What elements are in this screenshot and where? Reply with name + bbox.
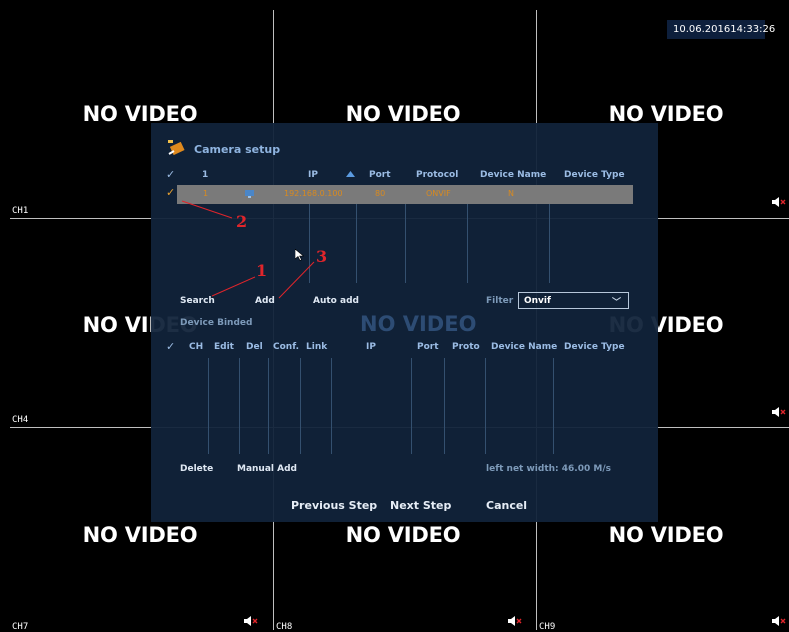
annotation-2: 2 <box>236 212 248 231</box>
annotation-line-2 <box>181 200 233 219</box>
annotation-line-1 <box>211 276 256 297</box>
annotation-3: 3 <box>316 247 328 266</box>
annotation-line-3 <box>278 261 315 299</box>
annotation-1: 1 <box>256 261 268 280</box>
annotation-overlay <box>181 200 315 299</box>
